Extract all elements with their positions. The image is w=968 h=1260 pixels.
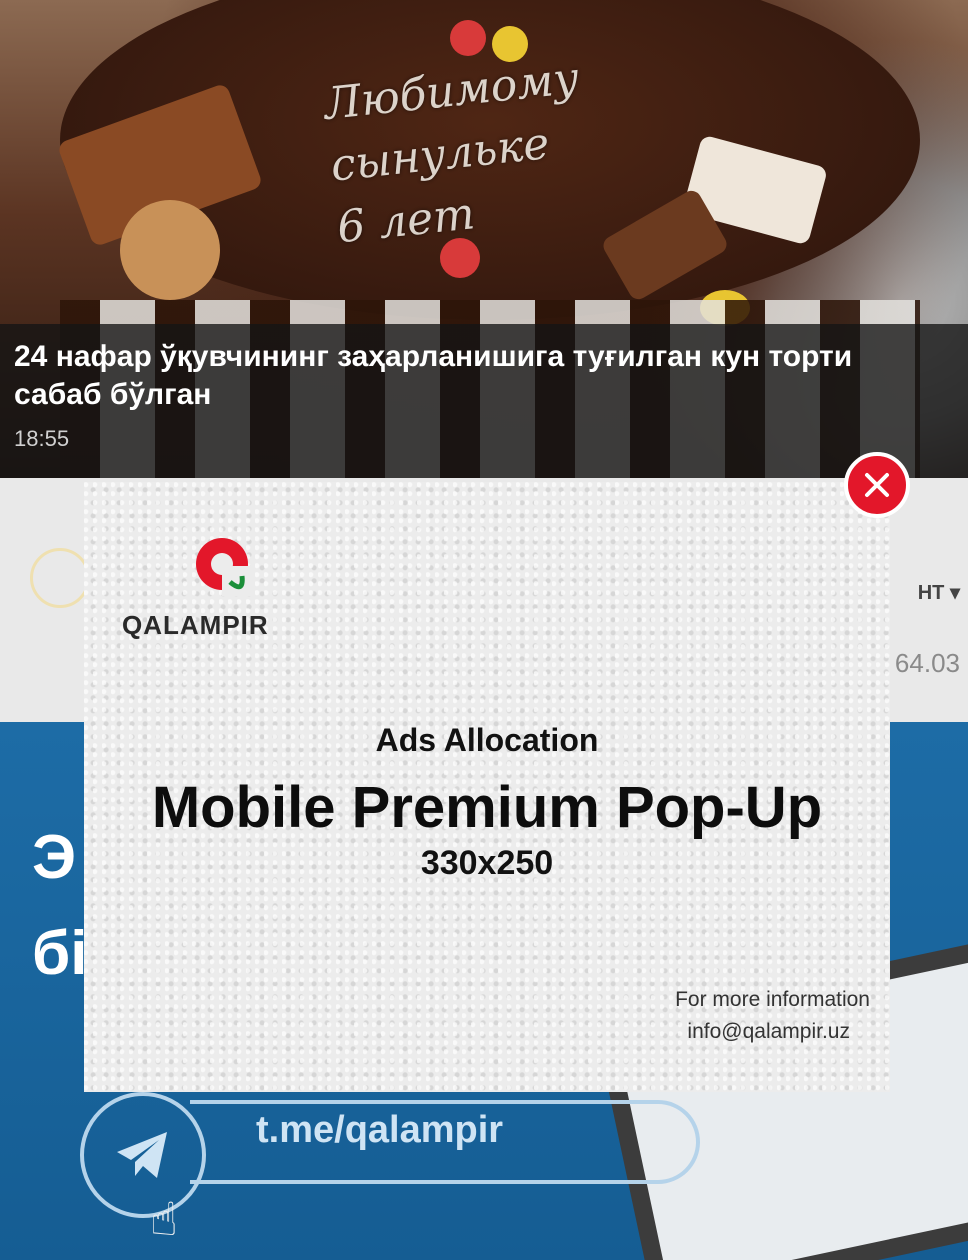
popup-close-button[interactable] (844, 452, 910, 518)
telegram-icon (117, 1132, 167, 1178)
telegram-link[interactable]: t.me/qalampir (256, 1109, 503, 1152)
sun-icon (30, 548, 90, 608)
candy-decoration (450, 20, 486, 56)
promo-text-line: Э (32, 823, 77, 892)
currency-selector[interactable]: НТ ▾ (918, 580, 960, 605)
article-caption[interactable]: 24 нафар ўқувчининг заҳарланишига туғилг… (0, 324, 968, 478)
ads-allocation-label: Ads Allocation (375, 722, 599, 758)
article-hero-image[interactable]: Любимому сынульке 6 лет 24 нафар ўқувчин… (0, 0, 968, 480)
article-title[interactable]: 24 нафар ўқувчининг заҳарланишига туғилг… (14, 338, 934, 414)
article-time: 18:55 (14, 426, 70, 451)
ads-title: Mobile Premium Pop-Up (151, 775, 823, 840)
close-icon (865, 473, 889, 497)
ads-size: 330x250 (420, 844, 554, 882)
info-email[interactable]: info@qalampir.uz (687, 1020, 850, 1044)
currency-rate: 64.03 (894, 648, 960, 678)
logo-wordmark: QALAMPIR (122, 610, 269, 640)
telegram-icon-circle[interactable] (80, 1092, 206, 1218)
info-text: For more information (675, 988, 870, 1011)
chili-logo-icon (196, 538, 252, 596)
qalampir-logo: QALAMPIR (122, 532, 322, 642)
pointer-hand-icon: ☝ (150, 1192, 179, 1246)
promo-text-line: бі (32, 919, 88, 988)
candy-decoration (120, 200, 220, 300)
cake-inscription: Любимому сынульке 6 лет (321, 37, 698, 260)
ad-popup[interactable]: QALAMPIR Ads Allocation Mobile Premium P… (84, 482, 890, 1092)
